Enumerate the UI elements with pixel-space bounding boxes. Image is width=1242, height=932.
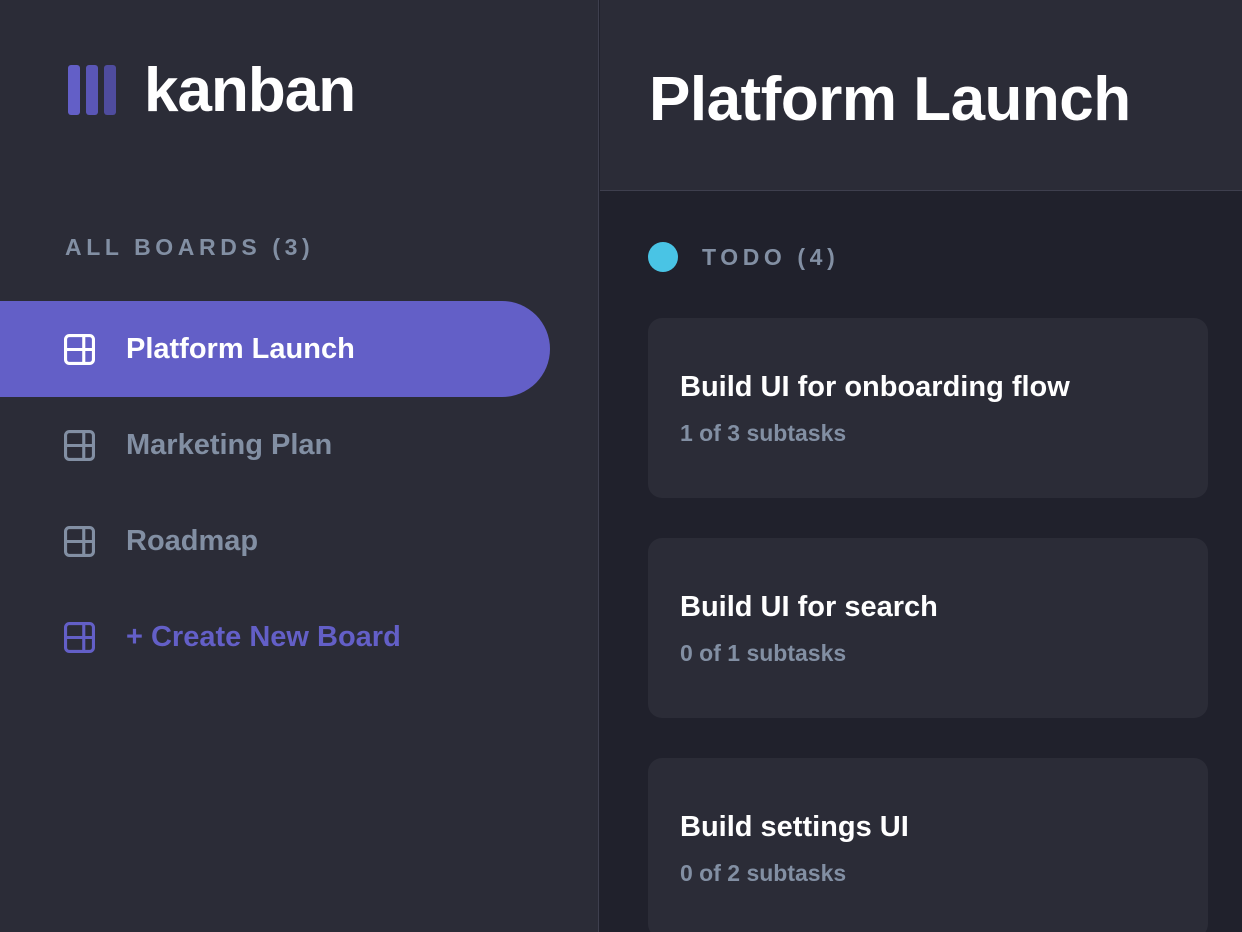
create-new-board-label: + Create New Board (126, 620, 401, 653)
task-title: Build UI for onboarding flow (680, 371, 1070, 403)
sidebar: kanban ALL BOARDS (3) Platform Launch Ma… (0, 0, 599, 932)
logo[interactable]: kanban (68, 56, 356, 125)
kanban-app: kanban ALL BOARDS (3) Platform Launch Ma… (0, 0, 1242, 932)
page-title: Platform Launch (649, 65, 1131, 134)
task-title: Build settings UI (680, 811, 909, 843)
sidebar-item-label: Roadmap (126, 524, 259, 557)
board-header: Platform Launch (600, 0, 1242, 191)
logo-bar (104, 65, 116, 115)
board-icon (64, 621, 95, 653)
task-subtask-count: 0 of 2 subtasks (680, 860, 847, 886)
task-card[interactable]: Build UI for onboarding flow 1 of 3 subt… (648, 318, 1208, 498)
sidebar-item-label: Platform Launch (126, 332, 355, 365)
task-subtask-count: 1 of 3 subtasks (680, 420, 847, 446)
board-icon (64, 429, 95, 461)
column-header-todo: TODO (4) (648, 242, 839, 272)
task-card[interactable]: Build settings UI 0 of 2 subtasks (648, 758, 1208, 932)
logo-bars-icon (68, 65, 116, 115)
column-title: TODO (4) (702, 243, 840, 270)
sidebar-item-label: Marketing Plan (126, 428, 333, 461)
all-boards-heading: ALL BOARDS (3) (65, 234, 315, 260)
create-new-board-button[interactable]: + Create New Board (0, 589, 550, 685)
sidebar-item-marketing-plan[interactable]: Marketing Plan (0, 397, 550, 493)
board-icon (64, 333, 95, 365)
sidebar-item-platform-launch[interactable]: Platform Launch (0, 301, 550, 397)
task-subtask-count: 0 of 1 subtasks (680, 640, 847, 666)
column-status-dot (648, 242, 678, 272)
task-title: Build UI for search (680, 591, 938, 623)
task-card[interactable]: Build UI for search 0 of 1 subtasks (648, 538, 1208, 718)
logo-bar (86, 65, 98, 115)
sidebar-item-roadmap[interactable]: Roadmap (0, 493, 550, 589)
board-columns: TODO (4) Build UI for onboarding flow 1 … (600, 192, 1242, 932)
logo-text: kanban (144, 55, 356, 125)
logo-bar (68, 65, 80, 115)
board-icon (64, 525, 95, 557)
